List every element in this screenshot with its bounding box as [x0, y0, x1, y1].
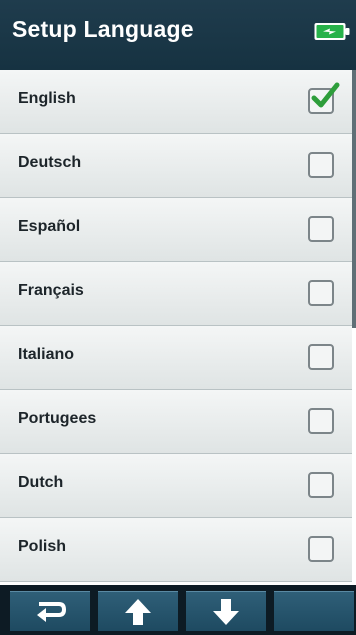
language-checkbox[interactable]	[308, 216, 334, 242]
language-label: English	[18, 90, 76, 107]
language-label: Français	[18, 282, 84, 299]
arrow-up-icon	[125, 598, 151, 625]
page-title: Setup Language	[12, 16, 194, 42]
scroll-down-button[interactable]	[186, 591, 266, 631]
language-row-portugees[interactable]: Portugees	[0, 390, 352, 454]
scrollbar[interactable]	[352, 70, 356, 328]
language-label: Deutsch	[18, 154, 82, 171]
language-label: Español	[18, 218, 81, 235]
arrow-down-icon	[213, 598, 239, 625]
language-row-polish[interactable]: Polish	[0, 518, 352, 582]
language-checkbox[interactable]	[308, 408, 334, 434]
language-label: Italiano	[18, 346, 75, 363]
return-icon	[37, 601, 67, 622]
language-label: Portugees	[18, 410, 97, 427]
language-row-italiano[interactable]: Italiano	[0, 326, 352, 390]
language-row-espanol[interactable]: Español	[0, 198, 352, 262]
battery-icon	[314, 23, 350, 40]
language-label: Polish	[18, 538, 67, 555]
language-row-deutsch[interactable]: Deutsch	[0, 134, 352, 198]
language-row-english[interactable]: English	[0, 70, 352, 134]
checkmark-icon	[311, 82, 340, 108]
language-checkbox[interactable]	[308, 344, 334, 370]
header-bar: Setup Language	[0, 0, 356, 70]
language-row-francais[interactable]: Français	[0, 262, 352, 326]
bottom-toolbar	[0, 585, 356, 635]
language-checkbox[interactable]	[308, 472, 334, 498]
back-button[interactable]	[10, 591, 90, 631]
language-label: Dutch	[18, 474, 64, 491]
language-row-dutch[interactable]: Dutch	[0, 454, 352, 518]
language-checkbox[interactable]	[308, 536, 334, 562]
setup-language-screen: Setup Language English Deutsch Español F…	[0, 0, 356, 635]
language-checkbox-checked[interactable]	[308, 82, 340, 114]
language-list: English Deutsch Español Français Italian…	[0, 70, 352, 585]
language-checkbox[interactable]	[308, 152, 334, 178]
scroll-up-button[interactable]	[98, 591, 178, 631]
language-checkbox[interactable]	[308, 280, 334, 306]
empty-softkey-button[interactable]	[274, 591, 354, 631]
